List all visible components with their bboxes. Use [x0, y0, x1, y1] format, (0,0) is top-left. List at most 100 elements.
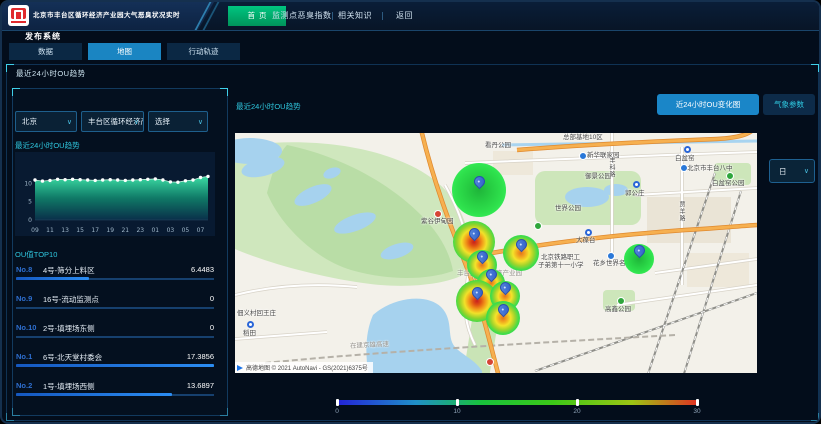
poi-blue-icon [607, 252, 615, 260]
poi-blue-icon [680, 164, 688, 172]
ou-value: 17.3856 [187, 352, 214, 361]
svg-text:5: 5 [28, 199, 32, 206]
svg-text:0: 0 [28, 217, 32, 224]
ou-bar-track [16, 307, 214, 309]
map-section-title: 最近24小时OU趋势 [236, 101, 301, 112]
map-label: 白盆窑公园 [712, 181, 745, 188]
city-select-value: 北京 [22, 117, 37, 126]
ou-station-name: 16号-流动监测点 [43, 294, 99, 305]
map-label: 郭公庄 [625, 191, 645, 198]
map-canvas[interactable]: 总部基地10区看丹公园新华联家园御景公园北京市丰台八中白盆窑白盆窑公园郭公庄世界… [235, 133, 757, 373]
point-select-value: 选择 [155, 117, 170, 126]
metro-icon [684, 146, 691, 153]
map-label: 世界公园 [555, 206, 581, 213]
color-scale-bar [337, 400, 697, 405]
nav-divider [382, 12, 383, 20]
ou-bar-fill [16, 277, 89, 280]
park-icon [534, 222, 542, 230]
svg-text:13: 13 [61, 227, 69, 234]
map-attribution-text: 高德地图 © 2021 AutoNavi - GS(2021)6375号 [246, 363, 368, 372]
ou-rank-label: No.1 [16, 352, 32, 361]
scale-tick-label: 10 [447, 408, 467, 415]
chevron-down-icon: ∨ [67, 112, 72, 132]
tab-map[interactable]: 地图 [88, 43, 161, 60]
ou-top-list: No.84号-筛分上料区6.4483No.916号-流动监测点0No.102号-… [16, 262, 214, 407]
map-label: 佃义村回王庄 [237, 311, 276, 318]
park-select[interactable]: 丰台区循环经济产∨ [81, 111, 144, 132]
ou-value: 0 [210, 294, 214, 303]
weather-params-button[interactable]: 气象参数 [763, 94, 815, 115]
panel-title: 最近24小时OU趋势 [16, 68, 86, 79]
metro-icon [585, 229, 592, 236]
scale-tick-label: 30 [687, 408, 707, 415]
metro-icon [633, 181, 640, 188]
park-icon [726, 172, 734, 180]
ou-value: 13.6897 [187, 381, 214, 390]
point-select[interactable]: 选择∨ [148, 111, 208, 132]
svg-text:10: 10 [24, 180, 32, 187]
nav-divider [332, 12, 333, 20]
trend-chart-title: 最近24小时OU趋势 [15, 140, 80, 151]
chevron-down-icon: ∨ [804, 160, 809, 183]
map-label: 新华联家园 [587, 153, 620, 160]
ou-bar-fill [16, 393, 172, 396]
map-label: 稻田 [243, 331, 256, 338]
ou-change-button[interactable]: 近24小时OU变化图 [657, 94, 759, 115]
scale-tick [576, 399, 579, 406]
poi-red-icon [434, 210, 442, 218]
ou-station-name: 1号-填埋场西侧 [43, 381, 95, 392]
map-label: 看丹公园 [485, 143, 511, 150]
ou-station-name: 2号-填埋场东侧 [43, 323, 95, 334]
scale-tick-label: 20 [567, 408, 587, 415]
ou-station-name: 4号-筛分上料区 [43, 265, 95, 276]
map-label: 北京市丰台八中 [687, 166, 733, 173]
nav-back[interactable]: 返回 [396, 2, 413, 30]
svg-text:11: 11 [46, 227, 54, 234]
ou-rank-label: No.10 [16, 323, 36, 332]
tab-data[interactable]: 数据 [9, 43, 82, 60]
scale-tick [336, 399, 339, 406]
ou-value: 0 [210, 323, 214, 332]
svg-text:15: 15 [76, 227, 84, 234]
trend-chart-svg: 0510091113151719212301030507 [15, 152, 215, 236]
map-label: 高鑫公园 [605, 307, 631, 314]
ou-rank-row: No.1 6号-北天堂村委会 17.3856 [16, 349, 214, 378]
svg-text:09: 09 [31, 227, 39, 234]
system-label: 发布系统 [25, 31, 61, 42]
poi-red-icon [486, 358, 494, 366]
chevron-down-icon: ∨ [134, 112, 139, 132]
svg-text:23: 23 [136, 227, 144, 234]
trend-chart: 0510091113151719212301030507 [15, 152, 215, 236]
ou-rank-row: No.9 16号-流动监测点 0 [16, 291, 214, 320]
header-bar: 北京市丰台区循环经济产业园大气恶臭状况实时 首页监测点恶臭指数相关知识返回 [2, 2, 819, 31]
map-label: 子弟第十一小学 [538, 263, 584, 270]
svg-text:05: 05 [182, 227, 190, 234]
map-label: 北京铁路职工 [541, 255, 580, 262]
ou-rank-label: No.2 [16, 381, 32, 390]
map-label: 贾羊路 [678, 201, 684, 222]
interval-select[interactable]: 日 ∨ [769, 159, 815, 183]
ou-top-title: OU值TOP10 [15, 249, 57, 260]
ou-rank-row: No.2 1号-填埋场西侧 13.6897 [16, 378, 214, 407]
map-label: 大葆台 [576, 238, 596, 245]
svg-text:03: 03 [167, 227, 175, 234]
scale-tick [696, 399, 699, 406]
interval-select-value: 日 [779, 167, 787, 176]
nav-knowledge[interactable]: 相关知识 [338, 2, 372, 30]
svg-text:21: 21 [121, 227, 129, 234]
map-label: 总部基地10区 [563, 135, 603, 142]
ou-bar-fill [16, 364, 214, 367]
tab-track[interactable]: 行动轨迹 [167, 43, 240, 60]
color-scale: 0102030 [337, 400, 697, 416]
map-attribution: 高德地图 © 2021 AutoNavi - GS(2021)6375号 [235, 362, 373, 373]
autonavi-logo-icon [237, 365, 243, 371]
ou-station-name: 6号-北天堂村委会 [43, 352, 102, 363]
ou-rank-row: No.10 2号-填埋场东侧 0 [16, 320, 214, 349]
ou-rank-label: No.8 [16, 265, 32, 274]
scale-tick [456, 399, 459, 406]
scale-tick-label: 0 [327, 408, 347, 415]
ou-value: 6.4483 [191, 265, 214, 274]
city-select[interactable]: 北京 ∨ [15, 111, 77, 132]
ou-rank-label: No.9 [16, 294, 32, 303]
nav-odor-index[interactable]: 监测点恶臭指数 [272, 2, 332, 30]
